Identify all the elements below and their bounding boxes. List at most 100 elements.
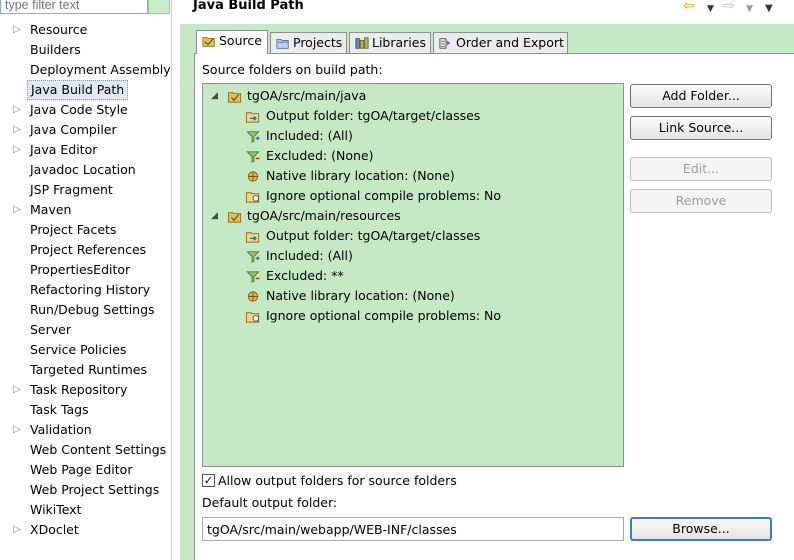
expand-arrow-icon[interactable]: ▷ (13, 140, 23, 160)
expand-arrow-icon[interactable]: ▷ (13, 20, 23, 40)
preference-item-web-project-settings[interactable]: Web Project Settings (0, 480, 170, 500)
preference-item-label: Java Editor (30, 142, 98, 157)
source-attribute-label: Included: (All) (266, 128, 353, 143)
preference-item-label: Java Compiler (30, 122, 117, 137)
tab-libraries[interactable]: Libraries (349, 32, 431, 54)
preference-item-validation[interactable]: ▷ Validation (0, 420, 170, 440)
preference-item-task-tags[interactable]: Task Tags (0, 400, 170, 420)
tab-projects-label: Projects (293, 35, 343, 50)
add-folder-button[interactable]: Add Folder... (630, 84, 772, 108)
back-history-chevron-down-icon[interactable]: ▼ (707, 0, 714, 18)
exclusion-filter-icon (246, 151, 260, 163)
expand-arrow-icon[interactable]: ▷ (13, 520, 23, 540)
preference-item-label: Builders (30, 42, 81, 57)
tab-source-label: Source (219, 33, 262, 48)
edit-button[interactable]: Edit... (630, 157, 772, 181)
output-folder-icon (245, 112, 260, 123)
source-folder-icon (227, 92, 242, 103)
default-output-folder-input[interactable] (202, 517, 624, 541)
preference-item-wikitext[interactable]: WikiText (0, 500, 170, 520)
source-folder-icon (227, 212, 242, 223)
collapse-arrow-icon[interactable]: ◢ (211, 86, 223, 106)
tab-libraries-label: Libraries (372, 35, 426, 50)
native-library-icon (247, 291, 259, 302)
page-header: Java Build Path ⇦ ▼ ⇨ ▼ ▼ (180, 0, 794, 24)
preference-item-server[interactable]: Server (0, 320, 170, 340)
inclusion-filter-icon (246, 131, 260, 143)
forward-history-chevron-down-icon[interactable]: ▼ (746, 0, 753, 18)
preference-item-service-policies[interactable]: Service Policies (0, 340, 170, 360)
filter-input[interactable] (0, 0, 148, 14)
source-folder-icon (202, 37, 215, 47)
preference-item-web-page-editor[interactable]: Web Page Editor (0, 460, 170, 480)
preference-item-web-content-settings[interactable]: Web Content Settings (0, 440, 170, 460)
preference-item-label: Service Policies (30, 342, 127, 357)
preference-tree-panel: ▷ Resource Builders Deployment Assembly Java… (0, 0, 172, 560)
preference-item-deployment-assembly[interactable]: Deployment Assembly (0, 60, 171, 80)
preference-item-targeted-runtimes[interactable]: Targeted Runtimes (0, 360, 170, 380)
preference-item-label: Project References (30, 242, 147, 257)
view-menu-chevron-down-icon[interactable]: ▼ (765, 0, 773, 18)
source-folder-label: tgOA/src/main/resources (247, 208, 401, 223)
expand-arrow-icon[interactable]: ▷ (13, 420, 23, 440)
clear-filter-button[interactable] (148, 0, 170, 14)
browse-button[interactable]: Browse... (630, 517, 772, 541)
remove-button[interactable]: Remove (630, 189, 772, 213)
preference-item-refactoring-history[interactable]: Refactoring History (0, 280, 170, 300)
preference-item-project-references[interactable]: Project References (0, 240, 170, 260)
preference-item-label: Project Facets (30, 222, 117, 237)
source-attribute-label: Native library location: (None) (266, 288, 455, 303)
tab-projects[interactable]: Projects (270, 32, 347, 54)
libraries-icon (355, 37, 369, 49)
preference-item-label: JSP Fragment (30, 182, 113, 197)
preference-item-java-editor[interactable]: ▷ Java Editor (0, 140, 170, 160)
preference-item-label: Refactoring History (30, 282, 151, 297)
tab-order-and-export-label: Order and Export (456, 35, 564, 50)
expand-arrow-icon[interactable]: ▷ (13, 200, 23, 220)
preference-item-javadoc-location[interactable]: Javadoc Location (0, 160, 170, 180)
source-attribute-label: Ignore optional compile problems: No (266, 188, 502, 203)
preference-item-xdoclet[interactable]: ▷ XDoclet (0, 520, 170, 540)
expand-arrow-icon[interactable]: ▷ (13, 120, 23, 140)
source-attribute-label: Output folder: tgOA/target/classes (266, 108, 481, 123)
preference-item-java-build-path[interactable]: Java Build Path (0, 80, 170, 100)
link-source-button[interactable]: Link Source... (630, 116, 772, 140)
source-folders-tree[interactable]: ◢ tgOA/src/main/java Output folder: tgOA/t… (202, 83, 624, 467)
expand-arrow-icon[interactable]: ▷ (13, 100, 23, 120)
preference-item-java-compiler[interactable]: ▷ Java Compiler (0, 120, 170, 140)
preference-item-task-repository[interactable]: ▷ Task Repository (0, 380, 170, 400)
ignore-problems-icon (245, 192, 260, 203)
allow-output-folders-label: Allow output folders for source folders (218, 473, 457, 488)
source-attribute-label: Excluded: ** (266, 268, 344, 283)
tab-source[interactable]: Source (196, 30, 268, 54)
preference-item-jsp-fragment[interactable]: JSP Fragment (0, 180, 170, 200)
collapse-arrow-icon[interactable]: ◢ (211, 206, 223, 226)
preference-item-label: Validation (30, 422, 92, 437)
preference-item-builders[interactable]: Builders (0, 40, 170, 60)
tab-order-and-export[interactable]: Order and Export (433, 32, 568, 54)
preference-item-resource[interactable]: ▷ Resource (0, 20, 170, 40)
preference-item-project-facets[interactable]: Project Facets (0, 220, 170, 240)
forward-arrow-icon[interactable]: ⇨ (723, 0, 735, 15)
expand-arrow-icon[interactable]: ▷ (13, 380, 23, 400)
preference-item-label: Javadoc Location (30, 162, 136, 177)
preference-item-label: Server (30, 322, 71, 337)
back-arrow-icon[interactable]: ⇦ (683, 0, 695, 15)
allow-output-folders-checkbox[interactable]: ✓ (202, 474, 215, 487)
preference-item-maven[interactable]: ▷ Maven (0, 200, 170, 220)
preference-item-label: Maven (30, 202, 72, 217)
preference-item-run-debug-settings[interactable]: Run/Debug Settings (0, 300, 170, 320)
preference-item-label: Web Page Editor (30, 462, 133, 477)
default-output-folder-label: Default output folder: (202, 495, 338, 510)
source-attribute-label: Included: (All) (266, 248, 353, 263)
source-attribute-label: Output folder: tgOA/target/classes (266, 228, 481, 243)
preference-item-java-code-style[interactable]: ▷ Java Code Style (0, 100, 170, 120)
preference-item-label: XDoclet (30, 522, 79, 537)
preference-item-label: Web Project Settings (30, 482, 160, 497)
preference-item-propertieseditor[interactable]: PropertiesEditor (0, 260, 170, 280)
preference-item-label: Java Code Style (30, 102, 128, 117)
source-attribute-label: Ignore optional compile problems: No (266, 308, 502, 323)
source-attribute-label: Excluded: (None) (266, 148, 374, 163)
source-folders-label: Source folders on build path: (202, 62, 383, 77)
preference-item-label: Resource (30, 22, 88, 37)
